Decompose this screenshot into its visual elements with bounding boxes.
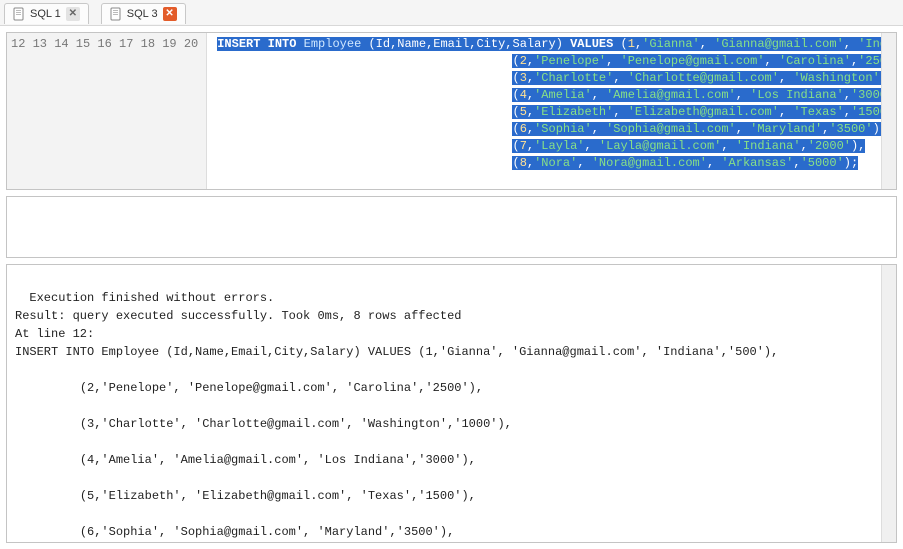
line-number-gutter: 12 13 14 15 16 17 18 19 20	[7, 33, 207, 189]
middle-panel	[6, 196, 897, 258]
output-log[interactable]: Execution finished without errors. Resul…	[6, 264, 897, 543]
sql-editor[interactable]: 12 13 14 15 16 17 18 19 20 INSERT INTO E…	[6, 32, 897, 190]
close-icon[interactable]: ✕	[163, 7, 177, 21]
close-icon[interactable]: ✕	[66, 7, 80, 21]
tab-label: SQL 3	[127, 8, 158, 20]
tab-sql-3[interactable]: SQL 3 ✕	[101, 3, 186, 24]
file-icon	[110, 7, 122, 21]
output-scrollbar[interactable]	[881, 265, 896, 542]
tab-bar: SQL 1 ✕ SQL 3 ✕	[0, 0, 903, 26]
editor-scrollbar[interactable]	[881, 33, 896, 189]
file-icon	[13, 7, 25, 21]
code-area[interactable]: INSERT INTO Employee (Id,Name,Email,City…	[207, 33, 896, 189]
tab-sql-1[interactable]: SQL 1 ✕	[4, 3, 89, 24]
tab-label: SQL 1	[30, 8, 61, 20]
